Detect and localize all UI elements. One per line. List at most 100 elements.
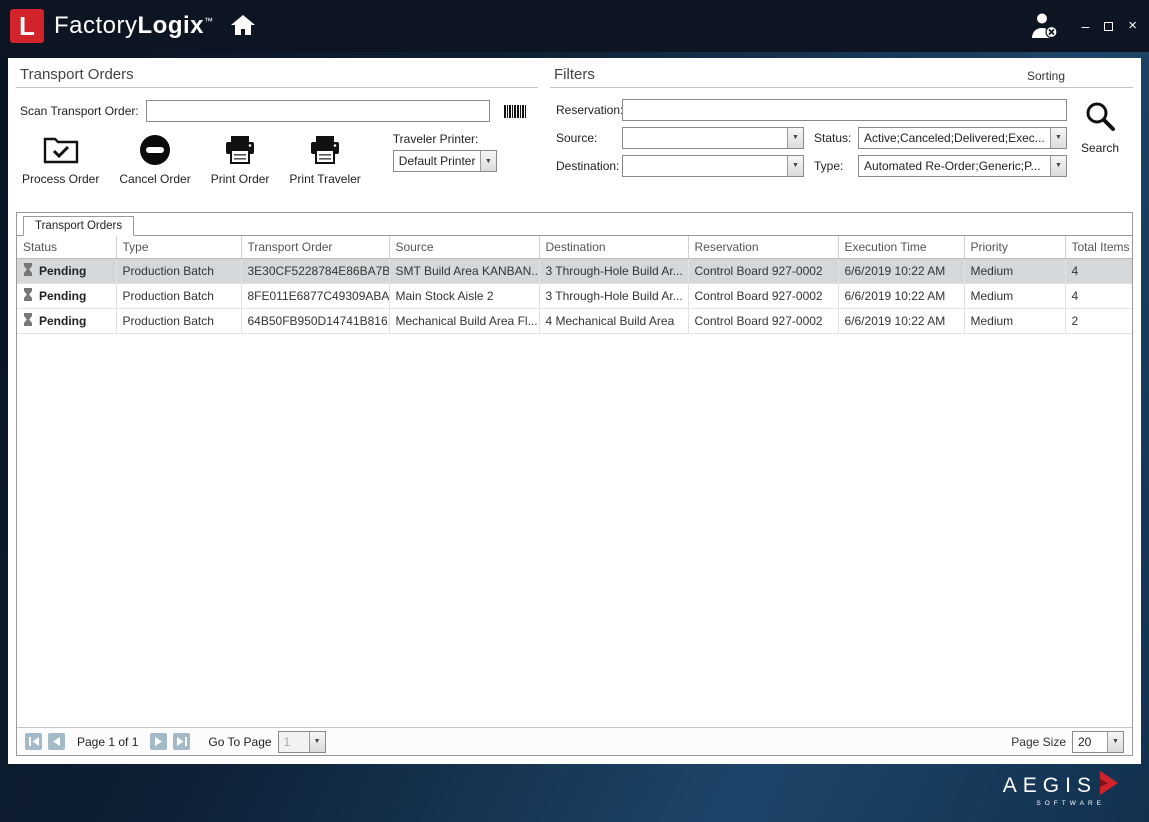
app-brand-title: FactoryLogix™ bbox=[54, 12, 214, 40]
home-button[interactable] bbox=[230, 14, 256, 39]
cell-execution-time: 6/6/2019 10:22 AM bbox=[838, 259, 964, 284]
source-select[interactable]: ▼ bbox=[622, 127, 804, 149]
close-button[interactable]: × bbox=[1128, 19, 1137, 33]
table-row[interactable]: Pending Production Batch 8FE011E6877C493… bbox=[17, 284, 1132, 309]
page-size-select[interactable]: 20 ▼ bbox=[1072, 731, 1124, 753]
search-button[interactable]: Search bbox=[1067, 98, 1133, 177]
hourglass-icon bbox=[23, 263, 33, 279]
column-header-total-items[interactable]: Total Items bbox=[1065, 236, 1132, 259]
search-icon bbox=[1084, 100, 1116, 135]
status-label: Status: bbox=[814, 131, 858, 145]
first-page-button[interactable] bbox=[25, 733, 42, 750]
chevron-down-icon[interactable]: ▼ bbox=[1107, 732, 1123, 752]
chevron-down-icon[interactable]: ▼ bbox=[309, 732, 325, 752]
actions-row: Process Order Cancel Order bbox=[22, 132, 538, 186]
logo-letter: L bbox=[19, 11, 35, 42]
brand-regular: Factory bbox=[54, 12, 138, 39]
print-order-icon bbox=[223, 132, 257, 168]
hourglass-icon bbox=[23, 288, 33, 304]
column-header-source[interactable]: Source bbox=[389, 236, 539, 259]
user-logout-button[interactable] bbox=[1029, 11, 1059, 42]
cell-transport-order: 3E30CF5228784E86BA7B... bbox=[241, 259, 389, 284]
reservation-label: Reservation: bbox=[550, 103, 622, 117]
cell-transport-order: 8FE011E6877C49309ABA... bbox=[241, 284, 389, 309]
cell-status: Pending bbox=[17, 309, 116, 334]
chevron-down-icon[interactable]: ▼ bbox=[787, 156, 803, 176]
destination-label: Destination: bbox=[550, 159, 622, 173]
minimize-icon: – bbox=[1081, 21, 1089, 31]
tab-transport-orders[interactable]: Transport Orders bbox=[23, 216, 134, 236]
minimize-button[interactable]: – bbox=[1081, 19, 1089, 33]
print-traveler-button[interactable]: Print Traveler bbox=[289, 132, 360, 186]
process-order-button[interactable]: Process Order bbox=[22, 132, 99, 186]
status-value: Active;Canceled;Delivered;Exec... bbox=[859, 128, 1050, 148]
chevron-down-icon[interactable]: ▼ bbox=[480, 151, 496, 171]
cell-execution-time: 6/6/2019 10:22 AM bbox=[838, 309, 964, 334]
home-icon bbox=[230, 14, 256, 39]
table-row[interactable]: Pending Production Batch 3E30CF5228784E8… bbox=[17, 259, 1132, 284]
source-label: Source: bbox=[550, 131, 622, 145]
cell-total-items: 2 bbox=[1065, 309, 1132, 334]
table-row[interactable]: Pending Production Batch 64B50FB950D1474… bbox=[17, 309, 1132, 334]
traveler-printer-block: Traveler Printer: Default Printer ▼ bbox=[393, 132, 497, 172]
cell-priority: Medium bbox=[964, 284, 1065, 309]
cell-type: Production Batch bbox=[116, 309, 241, 334]
cancel-order-button[interactable]: Cancel Order bbox=[119, 132, 190, 186]
maximize-button[interactable] bbox=[1104, 19, 1113, 33]
aegis-software-text: SOFTWARE bbox=[1036, 800, 1105, 807]
first-page-icon bbox=[29, 735, 39, 749]
cell-transport-order: 64B50FB950D14741B816... bbox=[241, 309, 389, 334]
main-panel: Transport Orders Scan Transport Order: bbox=[8, 58, 1141, 764]
application-window: L FactoryLogix™ – bbox=[0, 0, 1149, 822]
last-page-button[interactable] bbox=[173, 733, 190, 750]
table-header-row: Status Type Transport Order Source Desti… bbox=[17, 236, 1132, 259]
page-size-block: Page Size 20 ▼ bbox=[1011, 731, 1124, 753]
column-header-priority[interactable]: Priority bbox=[964, 236, 1065, 259]
transport-orders-group-header: Transport Orders bbox=[16, 64, 538, 88]
column-header-status[interactable]: Status bbox=[17, 236, 116, 259]
process-order-icon bbox=[42, 132, 80, 168]
cell-priority: Medium bbox=[964, 309, 1065, 334]
column-header-transport-order[interactable]: Transport Order bbox=[241, 236, 389, 259]
column-header-destination[interactable]: Destination bbox=[539, 236, 688, 259]
cell-destination: 3 Through-Hole Build Ar... bbox=[539, 259, 688, 284]
cell-source: SMT Build Area KANBAN... bbox=[389, 259, 539, 284]
previous-page-icon bbox=[53, 735, 60, 749]
column-header-reservation[interactable]: Reservation bbox=[688, 236, 838, 259]
cell-reservation: Control Board 927-0002 bbox=[688, 259, 838, 284]
reservation-row: Reservation: bbox=[550, 98, 1067, 121]
goto-page-value: 1 bbox=[279, 732, 309, 752]
print-order-button[interactable]: Print Order bbox=[211, 132, 270, 186]
chevron-down-icon[interactable]: ▼ bbox=[1050, 156, 1066, 176]
chevron-down-icon[interactable]: ▼ bbox=[1050, 128, 1066, 148]
next-page-button[interactable] bbox=[150, 733, 167, 750]
pagination-bar: Page 1 of 1 Go To Page 1 ▼ bbox=[17, 727, 1132, 755]
reservation-input[interactable] bbox=[622, 99, 1067, 121]
cell-execution-time: 6/6/2019 10:22 AM bbox=[838, 284, 964, 309]
cell-destination: 4 Mechanical Build Area bbox=[539, 309, 688, 334]
aegis-logo: AEGIS SOFTWARE bbox=[1003, 772, 1119, 807]
chevron-down-icon[interactable]: ▼ bbox=[787, 128, 803, 148]
previous-page-button[interactable] bbox=[48, 733, 65, 750]
status-select[interactable]: Active;Canceled;Delivered;Exec... ▼ bbox=[858, 127, 1067, 149]
window-controls: – × bbox=[1081, 19, 1137, 33]
aegis-triangle-icon bbox=[1099, 770, 1119, 799]
scan-transport-order-input[interactable] bbox=[146, 100, 490, 122]
goto-page-input[interactable]: 1 ▼ bbox=[278, 731, 326, 753]
top-section: Transport Orders Scan Transport Order: bbox=[16, 64, 1133, 204]
column-header-execution-time[interactable]: Execution Time bbox=[838, 236, 964, 259]
cell-reservation: Control Board 927-0002 bbox=[688, 309, 838, 334]
next-page-icon bbox=[155, 735, 162, 749]
maximize-icon bbox=[1104, 22, 1113, 31]
column-header-type[interactable]: Type bbox=[116, 236, 241, 259]
sorting-toggle[interactable]: Sorting bbox=[1027, 69, 1131, 83]
close-icon: × bbox=[1128, 20, 1137, 32]
cell-total-items: 4 bbox=[1065, 259, 1132, 284]
traveler-printer-select[interactable]: Default Printer ▼ bbox=[393, 150, 497, 172]
table-empty-area bbox=[17, 334, 1132, 727]
type-select[interactable]: Automated Re-Order;Generic;P... ▼ bbox=[858, 155, 1067, 177]
transport-orders-group: Transport Orders Scan Transport Order: bbox=[16, 64, 538, 204]
brand-bold: Logix bbox=[138, 12, 205, 39]
page-size-value: 20 bbox=[1073, 732, 1107, 752]
destination-select[interactable]: ▼ bbox=[622, 155, 804, 177]
